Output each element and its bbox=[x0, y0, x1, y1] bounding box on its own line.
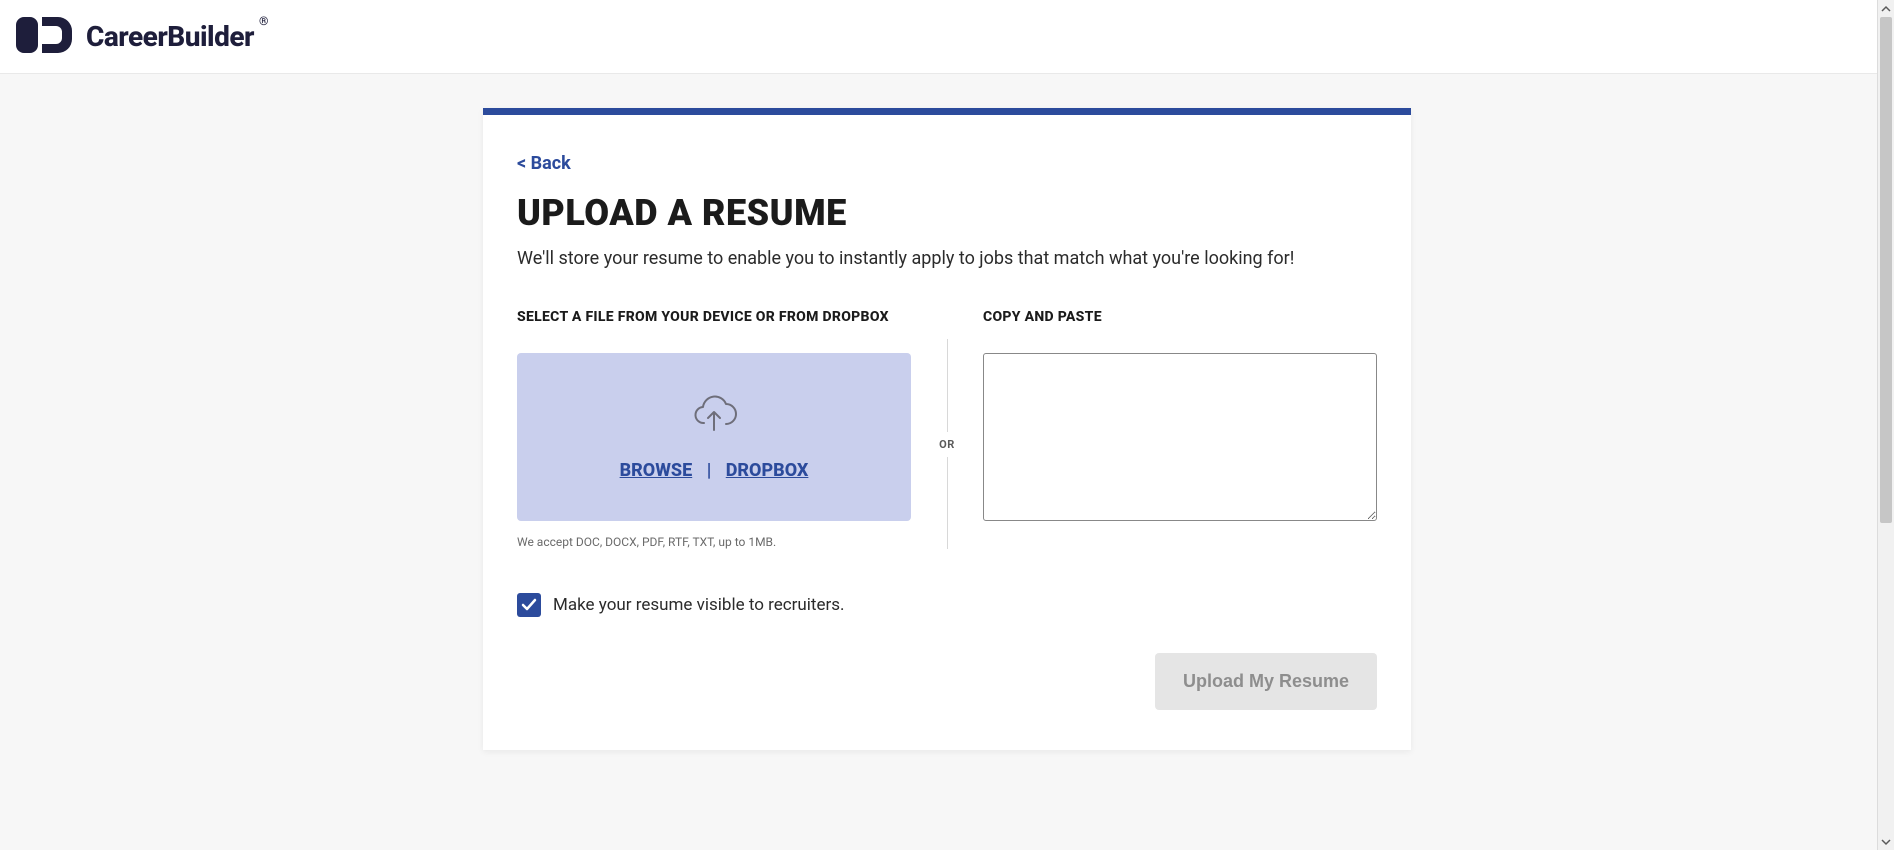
brand-logo[interactable]: CareerBuilder ® bbox=[16, 17, 254, 57]
select-file-label: SELECT A FILE FROM YOUR DEVICE OR FROM D… bbox=[517, 309, 911, 331]
page-body: < Back UPLOAD A RESUME We'll store your … bbox=[0, 74, 1894, 810]
scroll-down-button[interactable] bbox=[1878, 833, 1894, 850]
visibility-label: Make your resume visible to recruiters. bbox=[553, 595, 845, 615]
brand-name-text: CareerBuilder bbox=[86, 20, 254, 53]
file-upload-column: SELECT A FILE FROM YOUR DEVICE OR FROM D… bbox=[517, 309, 911, 549]
cloud-upload-icon bbox=[690, 394, 738, 438]
chevron-down-icon bbox=[1881, 837, 1891, 847]
check-icon bbox=[521, 597, 537, 613]
paste-textarea[interactable] bbox=[983, 353, 1377, 521]
dropzone-links: BROWSE | DROPBOX bbox=[610, 460, 819, 481]
scrollbar-track[interactable] bbox=[1878, 17, 1894, 833]
link-divider: | bbox=[707, 460, 712, 481]
vertical-scrollbar[interactable] bbox=[1877, 0, 1894, 850]
brand-name: CareerBuilder ® bbox=[86, 20, 254, 53]
chevron-up-icon bbox=[1881, 4, 1891, 14]
back-link[interactable]: < Back bbox=[517, 153, 571, 174]
dropbox-link[interactable]: DROPBOX bbox=[716, 460, 819, 481]
scroll-up-button[interactable] bbox=[1878, 0, 1894, 17]
scrollbar-thumb[interactable] bbox=[1880, 17, 1892, 523]
upload-columns: SELECT A FILE FROM YOUR DEVICE OR FROM D… bbox=[517, 309, 1377, 549]
visibility-checkbox[interactable] bbox=[517, 593, 541, 617]
paste-column: COPY AND PASTE bbox=[983, 309, 1377, 549]
upload-resume-button[interactable]: Upload My Resume bbox=[1155, 653, 1377, 710]
file-format-hint: We accept DOC, DOCX, PDF, RTF, TXT, up t… bbox=[517, 535, 911, 549]
browse-link[interactable]: BROWSE bbox=[610, 460, 703, 481]
visibility-row: Make your resume visible to recruiters. bbox=[517, 593, 1377, 617]
column-separator: OR bbox=[929, 309, 965, 549]
actions-row: Upload My Resume bbox=[517, 653, 1377, 710]
or-label: OR bbox=[935, 432, 959, 457]
upload-card: < Back UPLOAD A RESUME We'll store your … bbox=[483, 108, 1411, 750]
copy-paste-label: COPY AND PASTE bbox=[983, 309, 1377, 331]
brand-mark-icon bbox=[16, 17, 72, 57]
registered-symbol: ® bbox=[259, 14, 268, 28]
header: CareerBuilder ® bbox=[0, 0, 1894, 74]
file-dropzone[interactable]: BROWSE | DROPBOX bbox=[517, 353, 911, 521]
page-title: UPLOAD A RESUME bbox=[517, 192, 1377, 234]
page-description: We'll store your resume to enable you to… bbox=[517, 248, 1377, 269]
